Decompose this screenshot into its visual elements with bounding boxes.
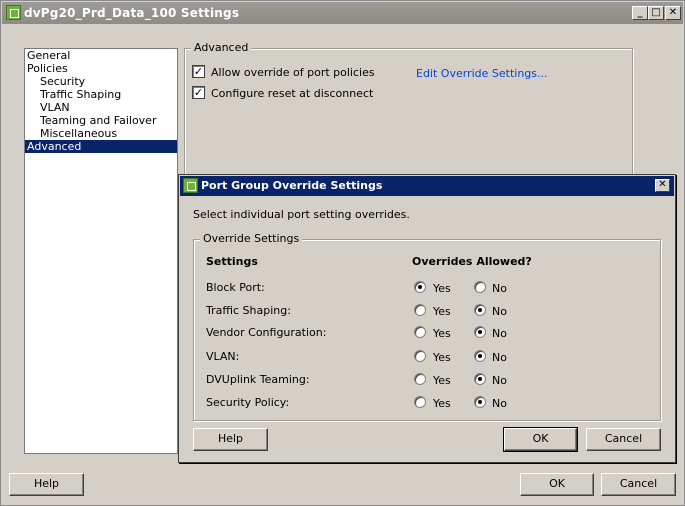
vendor-configuration-yes-radio[interactable] [414, 326, 426, 338]
nav-item-vlan[interactable]: VLAN [25, 101, 177, 114]
edit-override-settings-link[interactable]: Edit Override Settings... [416, 67, 548, 80]
setting-label-vendor-configuration: Vendor Configuration: [206, 326, 327, 339]
vmware-dialog-icon [183, 178, 198, 193]
traffic-shaping-yes-radio[interactable] [414, 304, 426, 316]
settings-column-header: Settings [206, 255, 258, 268]
nav-item-policies[interactable]: Policies [25, 62, 177, 75]
dialog-close-icon[interactable]: ✕ [655, 179, 670, 192]
dialog-help-button[interactable]: Help [193, 428, 268, 451]
nav-item-traffic-shaping[interactable]: Traffic Shaping [25, 88, 177, 101]
configure-reset-checkbox[interactable]: ✓ [192, 86, 205, 99]
vendor-configuration-yes-label: Yes [433, 327, 451, 340]
block-port-no-label: No [492, 282, 507, 295]
vendor-configuration-no-label: No [492, 327, 507, 340]
dialog-ok-button[interactable]: OK [503, 427, 578, 452]
vlan-yes-label: Yes [433, 351, 451, 364]
traffic-shaping-no-radio[interactable] [474, 304, 486, 316]
maximize-icon[interactable]: □ [648, 6, 664, 20]
setting-label-security-policy: Security Policy: [206, 396, 290, 409]
traffic-shaping-yes-label: Yes [433, 305, 451, 318]
close-icon[interactable]: ✕ [665, 6, 681, 20]
dvuplink-teaming-yes-label: Yes [433, 374, 451, 387]
traffic-shaping-no-label: No [492, 305, 507, 318]
vmware-app-icon [6, 5, 21, 20]
dialog-instruction: Select individual port setting overrides… [193, 208, 410, 221]
block-port-yes-radio[interactable] [414, 281, 426, 293]
nav-item-miscellaneous[interactable]: Miscellaneous [25, 127, 177, 140]
nav-item-advanced[interactable]: Advanced [25, 140, 177, 153]
dvuplink-teaming-no-label: No [492, 374, 507, 387]
setting-label-block-port: Block Port: [206, 281, 265, 294]
window-titlebar[interactable]: dvPg20_Prd_Data_100 Settings _ □ ✕ [2, 2, 683, 24]
security-policy-no-radio[interactable] [474, 396, 486, 408]
minimize-icon[interactable]: _ [632, 6, 648, 20]
security-policy-yes-radio[interactable] [414, 396, 426, 408]
cancel-button[interactable]: Cancel [601, 473, 676, 496]
setting-label-traffic-shaping: Traffic Shaping: [206, 304, 291, 317]
vlan-yes-radio[interactable] [414, 350, 426, 362]
window-title: dvPg20_Prd_Data_100 Settings [24, 6, 240, 20]
configure-reset-label: Configure reset at disconnect [211, 87, 374, 100]
settings-nav-tree[interactable]: General Policies Security Traffic Shaping VL… [24, 48, 178, 454]
block-port-no-radio[interactable] [474, 281, 486, 293]
dialog-cancel-button[interactable]: Cancel [586, 428, 661, 451]
dialog-titlebar[interactable]: Port Group Override Settings ✕ [180, 176, 674, 196]
setting-label-vlan: VLAN: [206, 350, 240, 363]
block-port-yes-label: Yes [433, 282, 451, 295]
nav-item-teaming-and-failover[interactable]: Teaming and Failover [25, 114, 177, 127]
dvuplink-teaming-no-radio[interactable] [474, 373, 486, 385]
allow-override-label: Allow override of port policies [211, 66, 375, 79]
security-policy-no-label: No [492, 397, 507, 410]
advanced-group-label: Advanced [191, 41, 252, 54]
vendor-configuration-no-radio[interactable] [474, 326, 486, 338]
allow-override-checkbox[interactable]: ✓ [192, 65, 205, 78]
vlan-no-radio[interactable] [474, 350, 486, 362]
setting-label-dvuplink-teaming: DVUplink Teaming: [206, 373, 310, 386]
vlan-no-label: No [492, 351, 507, 364]
help-button[interactable]: Help [9, 473, 84, 496]
nav-item-general[interactable]: General [25, 49, 177, 62]
port-group-override-dialog: Port Group Override Settings ✕ Select in… [178, 174, 676, 463]
nav-item-security[interactable]: Security [25, 75, 177, 88]
overrides-allowed-column-header: Overrides Allowed? [412, 255, 532, 268]
dialog-title: Port Group Override Settings [201, 179, 383, 192]
dvuplink-teaming-yes-radio[interactable] [414, 373, 426, 385]
security-policy-yes-label: Yes [433, 397, 451, 410]
ok-button[interactable]: OK [520, 473, 594, 496]
override-settings-group-label: Override Settings [200, 232, 303, 245]
